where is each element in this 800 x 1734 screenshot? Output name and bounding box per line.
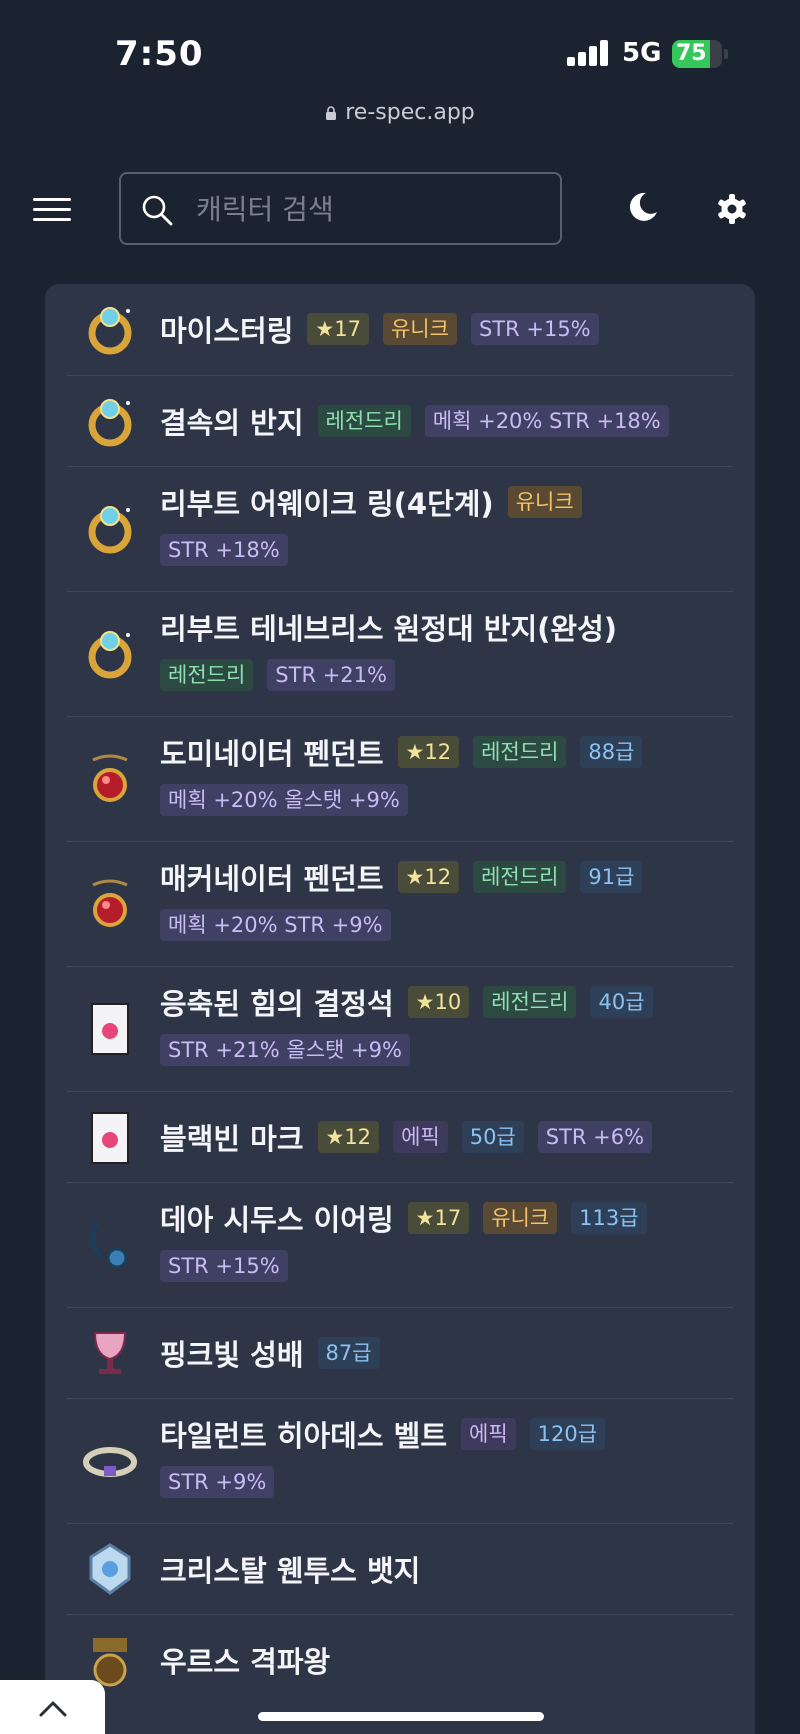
- equipment-item[interactable]: 매커네이터 펜던트 ★12 레전드리 91급메획 +20% STR +9%: [67, 842, 733, 967]
- equipment-item[interactable]: 크리스탈 웬투스 뱃지: [67, 1524, 733, 1615]
- equipment-item[interactable]: 데아 시두스 이어링 ★17 유니크 113급 STR +15%: [67, 1183, 733, 1308]
- legend-badge: 레전드리: [473, 861, 567, 893]
- unique-badge: 유니크: [507, 486, 582, 518]
- epic-badge: 에픽: [393, 1121, 448, 1153]
- item-name: 핑크빛 성배: [160, 1338, 304, 1372]
- equipment-item[interactable]: 리부트 어웨이크 링(4단계) 유니크 STR +18%: [67, 467, 733, 592]
- star-badge: ★17: [407, 1202, 470, 1234]
- legend-badge: 레전드리: [473, 736, 567, 768]
- stat-badge: STR +18%: [160, 534, 288, 566]
- chalice-icon: [81, 1325, 139, 1383]
- star-badge: ★17: [307, 313, 369, 345]
- stat-badge: STR +6%: [537, 1121, 653, 1153]
- epic-badge: 에픽: [461, 1418, 516, 1450]
- level-badge: 91급: [580, 861, 643, 893]
- legend-badge: 레전드리: [483, 986, 577, 1018]
- status-bar: 7:50 5G 75: [0, 0, 800, 100]
- pocket-icon: [81, 1109, 139, 1167]
- level-badge: 87급: [317, 1337, 380, 1369]
- stat-badge: STR +21%: [267, 659, 395, 691]
- network-type: 5G: [622, 38, 662, 68]
- belt-icon: [81, 1432, 139, 1490]
- stat-badge: STR +9%: [160, 1466, 275, 1498]
- item-name: 데아 시두스 이어링: [160, 1203, 394, 1237]
- level-badge: 50급: [461, 1121, 524, 1153]
- unique-badge: 유니크: [382, 313, 457, 345]
- level-badge: 40급: [590, 986, 653, 1018]
- item-name: 매커네이터 펜던트: [160, 862, 384, 896]
- home-indicator: [258, 1712, 544, 1721]
- earring-icon: [81, 1216, 139, 1274]
- item-name: 우르스 격파왕: [160, 1645, 331, 1679]
- stat-badge: STR +21% 올스탯 +9%: [160, 1034, 410, 1066]
- battery-level: 75: [676, 41, 707, 66]
- stat-badge: STR +15%: [160, 1250, 288, 1282]
- equipment-list: 마이스터링 ★17 유니크 STR +15% 결속의 반지 레전드리 메획 +20% STR…: [45, 284, 755, 1734]
- item-name: 결속의 반지: [160, 406, 304, 440]
- item-name: 리부트 어웨이크 링(4단계): [160, 487, 494, 521]
- lock-icon: [326, 106, 337, 120]
- url-text: re-spec.app: [345, 100, 475, 125]
- equipment-item[interactable]: 타일런트 히아데스 벨트 에픽 120급 STR +9%: [67, 1399, 733, 1524]
- star-badge: ★12: [317, 1121, 380, 1153]
- url-bar[interactable]: re-spec.app: [0, 100, 800, 125]
- pocket-icon: [81, 1000, 139, 1058]
- pendant-icon: [81, 750, 139, 808]
- signal-icon: [567, 40, 609, 66]
- ring-icon: [81, 625, 139, 683]
- star-badge: ★10: [407, 986, 470, 1018]
- hamburger-menu-icon[interactable]: [33, 198, 71, 222]
- unique-badge: 유니크: [483, 1202, 558, 1234]
- scroll-to-top-button[interactable]: [0, 1680, 105, 1734]
- equipment-item[interactable]: 우르스 격파왕: [67, 1615, 733, 1706]
- item-name: 크리스탈 웬투스 뱃지: [160, 1554, 421, 1588]
- equipment-item[interactable]: 마이스터링 ★17 유니크 STR +15%: [67, 284, 733, 376]
- character-search-input[interactable]: [196, 186, 546, 232]
- equipment-item[interactable]: 핑크빛 성배 87급: [67, 1308, 733, 1399]
- gear-icon[interactable]: [717, 194, 747, 224]
- star-badge: ★12: [397, 861, 460, 893]
- battery-icon: 75: [672, 40, 728, 68]
- stat-badge: 메획 +20% 올스탯 +9%: [160, 784, 408, 816]
- legend-badge: 레전드리: [160, 659, 254, 691]
- legend-badge: 레전드리: [317, 405, 411, 437]
- item-name: 마이스터링: [160, 314, 294, 348]
- stat-badge: 메획 +20% STR +18%: [424, 405, 669, 437]
- equipment-item[interactable]: 도미네이터 펜던트 ★12 레전드리 88급메획 +20% 올스탯 +9%: [67, 717, 733, 842]
- pendant-icon: [81, 875, 139, 933]
- equipment-item[interactable]: 응축된 힘의 결정석 ★10 레전드리 40급 STR +21% 올스탯 +9%: [67, 967, 733, 1092]
- ring-icon: [81, 500, 139, 558]
- item-name: 리부트 테네브리스 원정대 반지(완성): [160, 612, 617, 646]
- equipment-item[interactable]: 블랙빈 마크 ★12 에픽 50급 STR +6%: [67, 1092, 733, 1183]
- level-badge: 113급: [571, 1202, 647, 1234]
- level-badge: 120급: [529, 1418, 606, 1450]
- search-icon: [142, 195, 173, 226]
- item-name: 타일런트 히아데스 벨트: [160, 1419, 447, 1453]
- item-name: 블랙빈 마크: [160, 1122, 304, 1156]
- moon-icon[interactable]: [626, 190, 660, 224]
- level-badge: 88급: [580, 736, 643, 768]
- star-badge: ★12: [397, 736, 460, 768]
- badge-icon: [81, 1541, 139, 1599]
- chevron-up-icon: [39, 1701, 67, 1717]
- equipment-item[interactable]: 리부트 테네브리스 원정대 반지(완성) 레전드리 STR +21%: [67, 592, 733, 717]
- stat-badge: STR +15%: [470, 313, 599, 345]
- ring-icon: [81, 393, 139, 451]
- item-name: 도미네이터 펜던트: [160, 737, 384, 771]
- ring-icon: [81, 301, 139, 359]
- equipment-item[interactable]: 결속의 반지 레전드리 메획 +20% STR +18%: [67, 376, 733, 467]
- stat-badge: 메획 +20% STR +9%: [160, 909, 391, 941]
- item-name: 응축된 힘의 결정석: [160, 987, 394, 1021]
- status-time: 7:50: [115, 34, 204, 74]
- search-box[interactable]: [119, 172, 562, 245]
